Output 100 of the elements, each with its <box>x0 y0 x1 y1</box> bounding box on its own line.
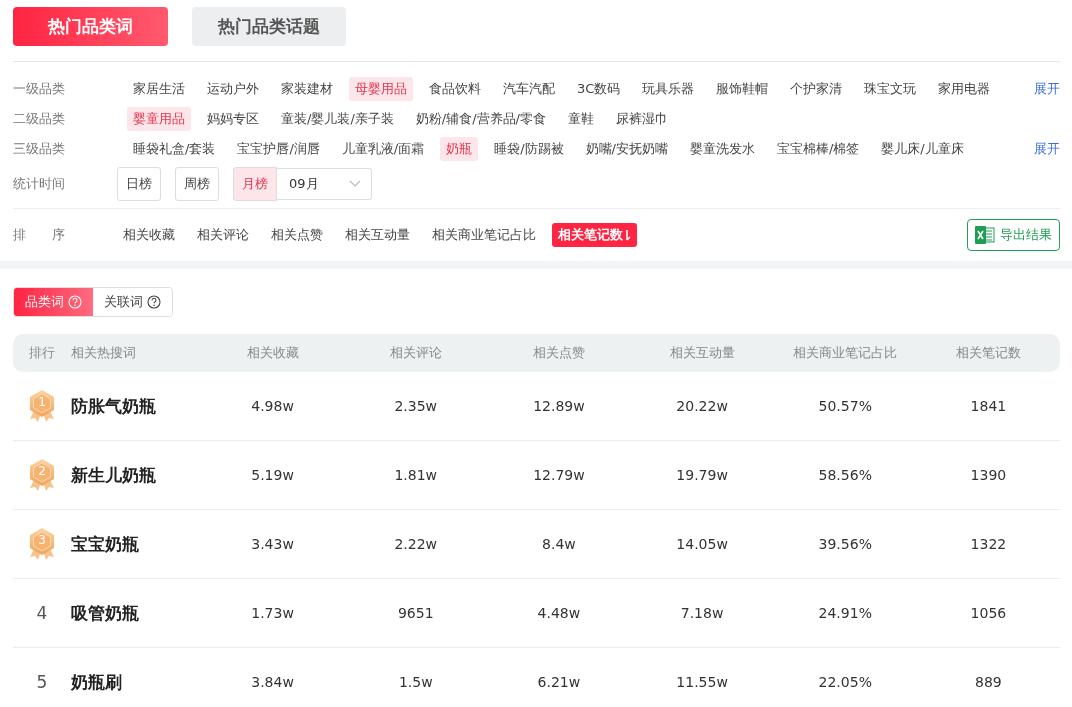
table-cell-text: 1.81w <box>393 467 439 483</box>
table-cell-text: 889 <box>974 674 1003 690</box>
table-cell-text: 14.05w <box>675 536 729 552</box>
table-cell-text: 2.22w <box>393 536 439 552</box>
rank-medal: 2 <box>28 458 56 492</box>
table-cell-text: 6.21w <box>536 674 582 690</box>
filter-label: 二级品类 <box>13 110 66 128</box>
table-cell-text: 1056 <box>969 605 1008 621</box>
table-cell-text: 4.48w <box>536 605 582 621</box>
table-cell-text: 1390 <box>969 467 1008 483</box>
rank-number: 5 <box>36 672 48 692</box>
category-chip[interactable]: 宝宝护唇/润唇 <box>231 137 326 161</box>
category-chip[interactable]: 运动户外 <box>201 77 265 101</box>
table-cell-text: 8.4w <box>541 536 577 552</box>
table-cell-text: 4.98w <box>250 398 295 414</box>
keyword-cell-text: 宝宝奶瓶 <box>71 532 140 556</box>
column-header: 相关收藏 <box>245 344 300 362</box>
category-chip[interactable]: 婴童用品 <box>127 107 191 131</box>
table-cell-text: 11.55w <box>675 674 729 690</box>
table-cell-text: 3.43w <box>250 536 295 552</box>
column-header: 相关热搜词 <box>71 344 137 362</box>
category-chip[interactable]: 汽车汽配 <box>497 77 561 101</box>
column-header: 相关笔记数 <box>954 344 1022 362</box>
column-header: 相关商业笔记占比 <box>792 344 899 362</box>
category-chip[interactable]: 奶瓶 <box>440 137 479 161</box>
category-chip[interactable]: 奶嘴/安抚奶嘴 <box>579 137 674 161</box>
category-chip[interactable]: 尿裤湿巾 <box>609 107 674 131</box>
down-arrow-icon <box>625 229 631 241</box>
table-cell-text: 1.73w <box>250 605 295 621</box>
table-cell-text: 24.91% <box>817 605 873 621</box>
category-chip[interactable]: 玩具乐器 <box>636 77 701 101</box>
table-cell-text: 7.18w <box>679 605 725 621</box>
table-cell-text: 12.79w <box>532 467 586 483</box>
rank-medal: 1 <box>28 389 56 423</box>
sort-option[interactable]: 相关评论 <box>191 223 255 247</box>
column-header: 排行 <box>28 344 56 362</box>
category-chip[interactable]: 宝宝棉棒/棉签 <box>770 137 866 161</box>
category-chip[interactable]: 家居生活 <box>127 77 191 101</box>
period-button[interactable]: 日榜 <box>117 167 161 201</box>
category-chip[interactable]: 食品饮料 <box>423 77 487 101</box>
category-chip[interactable]: 家装建材 <box>275 77 339 101</box>
category-chip[interactable]: 童装/婴儿装/亲子装 <box>275 107 400 131</box>
help-icon <box>68 295 82 309</box>
filter-label: 排 序 <box>13 226 66 244</box>
column-header: 相关点赞 <box>531 344 586 362</box>
tab[interactable]: 热门品类话题 <box>192 7 346 46</box>
sort-option[interactable]: 相关商业笔记占比 <box>426 223 542 247</box>
column-header: 相关评论 <box>388 344 443 362</box>
table-cell-text: 19.79w <box>675 467 729 483</box>
month-dropdown[interactable]: 09月 <box>277 168 372 200</box>
export-button[interactable]: 导出结果 <box>967 219 1060 251</box>
category-chip[interactable]: 奶粉/辅食/营养品/零食 <box>409 107 552 131</box>
category-chip[interactable]: 家用电器 <box>932 77 997 101</box>
table-cell-text: 58.56% <box>817 467 873 483</box>
keyword-cell-text: 新生儿奶瓶 <box>71 463 157 487</box>
table-cell-text: 22.05% <box>817 674 873 690</box>
table-cell-text: 2.35w <box>393 398 439 414</box>
category-chip[interactable]: 婴童洗发水 <box>683 137 761 161</box>
sort-option[interactable]: 相关互动量 <box>339 223 416 247</box>
sort-option[interactable]: 相关笔记数 <box>552 223 637 247</box>
sort-option[interactable]: 相关收藏 <box>117 223 181 247</box>
category-chip[interactable]: 睡袋/防踢被 <box>488 137 570 161</box>
table-cell-text: 3.84w <box>250 674 295 690</box>
spreadsheet-icon <box>975 226 995 244</box>
keyword-cell-text: 吸管奶瓶 <box>71 601 140 625</box>
rank-medal: 3 <box>28 527 56 561</box>
filter-label: 三级品类 <box>13 140 66 158</box>
help-icon <box>147 295 161 309</box>
expand-link[interactable]: 展开 <box>1034 140 1060 158</box>
filter-label: 一级品类 <box>13 80 66 98</box>
expand-link[interactable]: 展开 <box>1034 80 1060 98</box>
table-cell-text: 5.19w <box>250 467 295 483</box>
table-cell-text: 39.56% <box>817 536 873 552</box>
table-cell-text: 50.57% <box>817 398 873 414</box>
column-header: 相关互动量 <box>668 344 736 362</box>
table-cell-text: 1322 <box>969 536 1008 552</box>
category-chip[interactable]: 珠宝文玩 <box>858 77 923 101</box>
category-chip[interactable]: 童鞋 <box>561 107 600 131</box>
keyword-cell-text: 防胀气奶瓶 <box>71 394 157 418</box>
table-cell-text: 9651 <box>396 605 435 621</box>
sort-option[interactable]: 相关点赞 <box>265 223 329 247</box>
category-chip[interactable]: 儿童乳液/面霜 <box>335 137 431 161</box>
table-cell-text: 1841 <box>969 398 1008 414</box>
category-chip[interactable]: 服饰鞋帽 <box>710 77 775 101</box>
period-button[interactable]: 月榜 <box>233 167 277 201</box>
keyword-cell-text: 奶瓶刷 <box>71 670 123 694</box>
month-value: 09月 <box>289 175 319 193</box>
category-chip[interactable]: 3C数码 <box>571 77 627 101</box>
category-chip[interactable]: 婴儿床/儿童床 <box>875 137 970 161</box>
chevron-down-icon <box>348 180 361 188</box>
period-button[interactable]: 周榜 <box>175 167 219 201</box>
rank-number: 4 <box>36 603 48 623</box>
category-chip[interactable]: 妈妈专区 <box>201 107 265 131</box>
table-cell-text: 20.22w <box>675 398 729 414</box>
filter-label: 统计时间 <box>13 175 66 193</box>
table-cell-text: 12.89w <box>532 398 586 414</box>
category-chip[interactable]: 睡袋礼盒/套装 <box>127 137 222 161</box>
table-cell-text: 1.5w <box>397 674 434 690</box>
category-chip[interactable]: 个护家清 <box>784 77 849 101</box>
category-chip[interactable]: 母婴用品 <box>349 77 413 101</box>
